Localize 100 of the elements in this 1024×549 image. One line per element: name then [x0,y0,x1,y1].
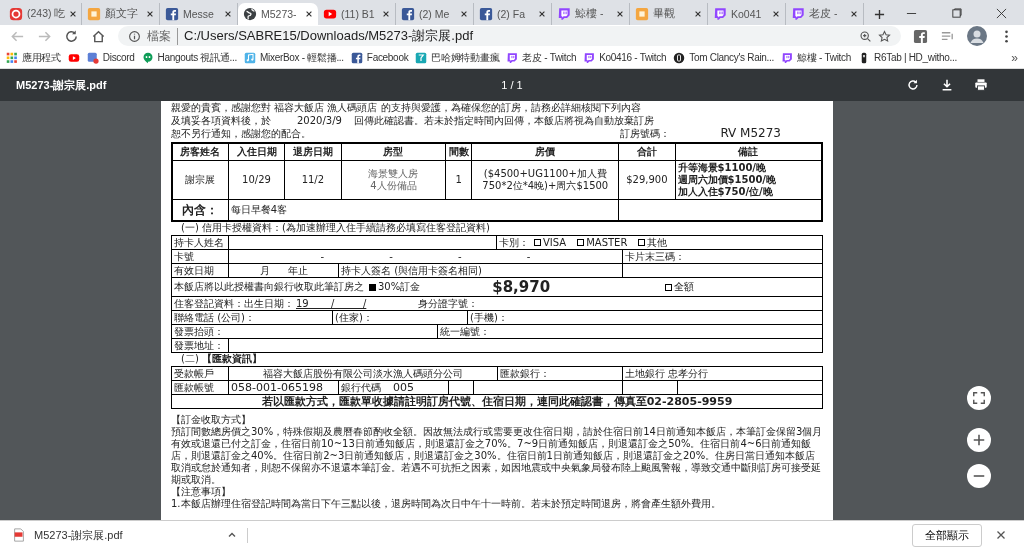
checkbox[interactable] [534,239,541,246]
zoom-icon[interactable] [859,29,872,43]
download-item[interactable]: M5273-謝宗展.pdf [12,527,248,543]
column-header: 房價 [471,143,619,161]
zoom-out-button[interactable] [967,464,991,488]
close-icon[interactable] [460,10,468,18]
form-label: 聯絡電話 (公司)： [173,311,256,324]
bookmark[interactable]: 巴哈姆特動畫瘋 [415,50,500,65]
bookmark-label: Tom Clancy's Rain... [689,52,775,63]
form-value: 福容大飯店股份有限公司淡水漁人碼頭分公司 [228,367,497,380]
new-tab-icon[interactable] [874,9,885,20]
bookmark[interactable]: Tom Clancy's Rain... [673,51,775,64]
bookmark[interactable]: Ko0416 - Twitch [583,51,667,64]
bookmark[interactable]: 鯨樓 - Twitch [781,50,851,65]
checkbox[interactable] [638,239,646,246]
table-cell: 升等海景$1100/晚 週周六加價$1500/晚 加人入住$750/位/晚 [675,160,822,200]
booking-number: RV M5273 [720,126,781,141]
close-icon[interactable] [996,8,1007,19]
bookmark-label: 應用程式 [22,50,61,65]
pdf-file-icon [12,528,26,542]
authorization-text: 本飯店將以此授權書向銀行收取此筆訂房之 [174,281,364,293]
facebook-icon [401,7,415,21]
address-bar[interactable]: 檔案 C:/Users/SABRE15/Downloads/M5273-謝宗展.pdf [118,26,901,46]
home-icon[interactable] [91,28,106,44]
download-file-name: M5273-謝宗展.pdf [34,527,123,543]
bookmark[interactable]: MixerBox - 輕鬆播... [244,50,344,65]
caret-icon[interactable] [227,530,237,540]
column-header: 備註 [675,143,822,161]
bookmark[interactable]: 應用程式 [6,50,61,65]
table-cell: ($4500+UG1100+加人費 750*2位*4晚)+周六$1500 [471,160,619,200]
intro-text: 回傳此確認書。若未於指定時間內回傳，本飯店將視為自動放棄訂房 [353,114,654,127]
form-label: 統一編號： [437,325,822,338]
info-icon [128,29,141,43]
bookmark[interactable]: Facebook [350,51,409,64]
checkbox[interactable] [665,283,673,291]
form-label: 匯款銀行： [497,367,622,380]
deposit-policy-text: 預訂間數總房價之30%，特殊假期及農曆春節酌收全額。因故無法成行或需要更改住宿日期，請於住宿日前14日前通知本飯店，本筆訂金保留3個月有效或退還已付之訂金，住宿日前10~13日前通知飯店，則退還訂金之70%。7~9日前通知飯店，則退還訂金之50%。住宿日前4~6日前通知飯店，則退還訂金之40%。住宿日前2~3日前通知飯店，則退還訂金之30%。住宿日前1日前通知飯店，則退還訂金之20%。住房日當日通知本飯店取消或怠於通知者，則恕不保留亦不退還本筆訂金。若遇不可抗拒之因素，如因地震或中央氣象局發布陸上颱風警報，導致交通中斷則訂房可接受延期或取消。 [171,426,823,486]
fit-page-button[interactable] [967,386,991,410]
close-icon[interactable] [382,10,390,18]
form-label: 受款帳戶 [173,367,215,380]
intro-text: 親愛的貴賓，感謝您對 福容大飯店 漁人碼頭店 的支持與愛護，為確保您的訂房，請務必詳細核閱下列內容 [171,101,641,114]
avatar-icon[interactable] [967,26,987,46]
month-label: 月 [259,264,270,277]
print-icon[interactable] [974,78,988,92]
fit-page-icon [972,391,986,405]
close-icon[interactable] [69,10,78,18]
facebook-icon [350,51,363,64]
bookmark[interactable]: R6Tab | HD_witho... [858,51,958,64]
close-icon[interactable] [694,10,702,18]
close-icon[interactable] [996,530,1006,540]
youtube-icon [323,7,337,21]
form-label: (手機)： [467,311,822,324]
show-all-button[interactable]: 全部顯示 [912,523,982,547]
globe-icon [243,7,257,21]
reload-icon[interactable] [64,28,79,44]
column-header: 退房日期 [284,143,342,161]
section-heading: (一) 信用卡授權資料：(為加速辦理入住手續請務必填寫住客登記資料) [180,222,491,235]
zoom-in-button[interactable] [967,428,991,452]
option-label: MASTER [586,236,628,249]
checkbox[interactable] [369,283,376,291]
twitch-icon [713,7,727,21]
tab-title: (243) 吃 [27,7,66,21]
separator-dash: - [458,250,462,263]
form-label: (住家)： [332,311,467,324]
separator-dash: - [389,250,393,263]
table-cell: $29,900 [618,160,676,200]
bookmark-label: Facebook [366,52,409,63]
twitch-icon [506,51,519,64]
maximize-icon[interactable] [951,8,962,19]
more-bookmarks-button[interactable]: » [1011,50,1018,65]
booking-number-label: 訂房號碼： [620,127,671,140]
apps-grid-icon [6,51,18,64]
form-value: 土地銀行 忠孝分行 [622,367,822,380]
tab-title: 顏文字 [105,7,139,21]
star-icon[interactable] [878,29,891,43]
browser-tab[interactable]: M5273- [238,3,318,25]
close-icon[interactable] [305,10,313,18]
column-header: 房客姓名 [172,143,229,161]
form-label: 發票抬頭： [173,325,225,338]
close-icon[interactable] [850,10,858,18]
plus-icon [972,433,986,447]
bookmark[interactable]: Hangouts 視訊通... [141,50,238,65]
form-label: 卡號 [173,250,195,263]
rotate-icon[interactable] [906,78,920,92]
download-icon[interactable] [940,78,954,92]
bookmark[interactable]: Discord [86,51,135,64]
facebook-icon[interactable] [913,28,928,44]
close-icon[interactable] [224,10,232,18]
close-icon[interactable] [538,10,546,18]
table-cell: 1 [445,160,472,200]
close-icon[interactable] [616,10,624,18]
form-value: 058-001-065198 [228,381,338,395]
bookmark[interactable]: 老皮 - Twitch [506,50,577,65]
facebook-icon [479,7,493,21]
close-icon[interactable] [146,10,154,18]
close-icon[interactable] [772,10,780,18]
checkbox[interactable] [577,239,585,246]
separator-dash: - [320,250,325,263]
ring-logo-icon [9,7,23,21]
form-value: 005 [393,381,414,395]
